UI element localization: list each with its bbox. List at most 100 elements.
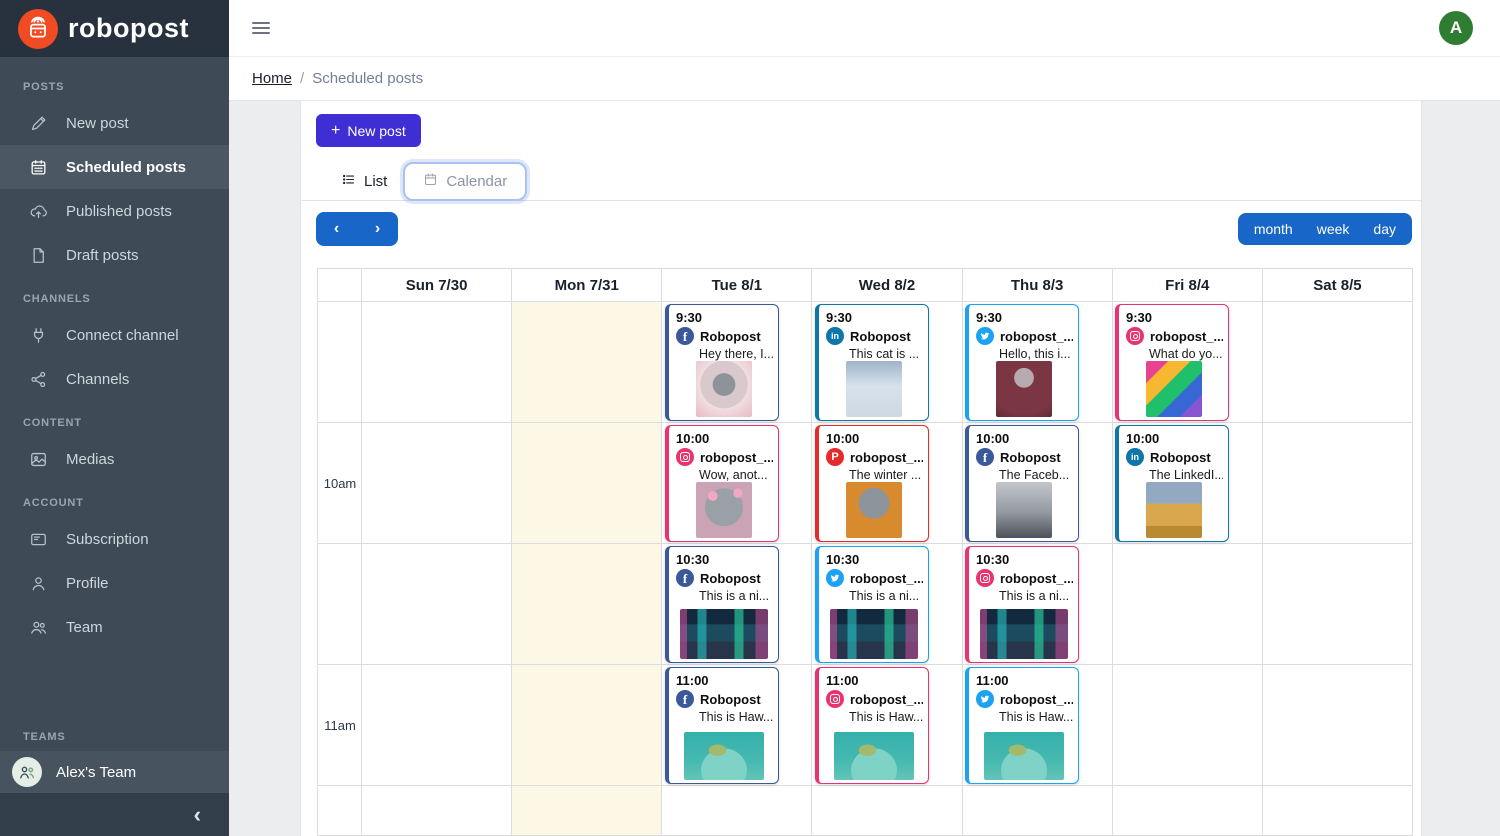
users-icon bbox=[28, 617, 48, 637]
scheduled-post-card[interactable]: 9:30 robopost_... What do yo... bbox=[1115, 304, 1229, 421]
post-caption: Hey there, I... bbox=[699, 347, 773, 361]
post-time: 9:30 bbox=[976, 310, 1003, 325]
day-header: Fri 8/4 bbox=[1113, 269, 1263, 301]
day-header: Wed 8/2 bbox=[812, 269, 963, 301]
post-account-name: robopost_... bbox=[850, 570, 923, 586]
post-time: 10:00 bbox=[826, 431, 860, 446]
tab-list[interactable]: List bbox=[331, 163, 397, 200]
logo[interactable]: robopost bbox=[0, 0, 229, 57]
post-time: 10:00 bbox=[676, 431, 710, 446]
post-thumbnail bbox=[845, 361, 902, 417]
post-time: 9:30 bbox=[1126, 310, 1153, 325]
post-account-name: robopost_... bbox=[850, 449, 923, 465]
scheduled-post-card[interactable]: 11:00 f Robopost This is Haw... bbox=[665, 667, 779, 784]
time-axis-header bbox=[318, 269, 362, 301]
scheduled-post-card[interactable]: 10:30 robopost_... This is a ni... bbox=[965, 546, 1079, 663]
sidebar-item-team[interactable]: Team bbox=[0, 605, 229, 649]
sidebar-item-scheduled-posts[interactable]: Scheduled posts bbox=[0, 145, 229, 189]
prev-button[interactable]: ‹ bbox=[316, 212, 357, 246]
sidebar-item-medias[interactable]: Medias bbox=[0, 437, 229, 481]
scheduled-post-card[interactable]: 10:00 in Robopost The LinkedI... bbox=[1115, 425, 1229, 542]
instagram-icon bbox=[1126, 327, 1144, 345]
scheduled-post-card[interactable]: 9:30 in Robopost This cat is ... bbox=[815, 304, 929, 421]
post-account-name: Robopost bbox=[1000, 449, 1061, 465]
post-caption: This is Haw... bbox=[999, 710, 1073, 724]
user-avatar[interactable]: A bbox=[1439, 11, 1473, 45]
scheduled-post-card[interactable]: 10:30 robopost_... This is a ni... bbox=[815, 546, 929, 663]
post-account-name: robopost_... bbox=[1000, 570, 1073, 586]
scheduled-post-card[interactable]: 10:00 P robopost_... The winter ... bbox=[815, 425, 929, 542]
pinterest-icon: P bbox=[826, 448, 844, 466]
day-column[interactable] bbox=[362, 302, 513, 835]
sidebar-item-alexs-team[interactable]: Alex's Team bbox=[0, 751, 229, 793]
calendar-header-row: Sun 7/30 Mon 7/31 Tue 8/1 Wed 8/2 Thu 8/3 Fri… bbox=[318, 269, 1412, 302]
new-post-button[interactable]: + New post bbox=[316, 114, 421, 147]
post-thumbnail bbox=[695, 361, 752, 417]
post-thumbnail bbox=[1145, 361, 1202, 417]
sidebar-item-published-posts[interactable]: Published posts bbox=[0, 189, 229, 233]
app-root: robopost POSTS New post Scheduled posts … bbox=[0, 0, 1500, 836]
scheduled-post-card[interactable]: 10:30 f Robopost This is a ni... bbox=[665, 546, 779, 663]
calendar-nav: ‹ › bbox=[316, 212, 398, 246]
month-view-button[interactable]: month bbox=[1242, 221, 1305, 237]
post-caption: This is a ni... bbox=[999, 589, 1070, 603]
post-caption: Wow, anot... bbox=[699, 468, 768, 482]
sidebar-nav: POSTS New post Scheduled posts Published… bbox=[0, 57, 229, 715]
post-thumbnail bbox=[679, 609, 768, 659]
hamburger-menu-icon[interactable] bbox=[252, 19, 270, 37]
sidebar-section-label: ACCOUNT bbox=[23, 497, 84, 509]
post-caption: This is a ni... bbox=[699, 589, 770, 603]
scheduled-post-card[interactable]: 10:00 f Robopost The Faceb... bbox=[965, 425, 1079, 542]
sidebar-item-connect-channel[interactable]: Connect channel bbox=[0, 313, 229, 357]
day-column[interactable] bbox=[1263, 302, 1412, 835]
scheduled-post-card[interactable]: 10:00 robopost_... Wow, anot... bbox=[665, 425, 779, 542]
sidebar-item-profile[interactable]: Profile bbox=[0, 561, 229, 605]
day-column-today[interactable] bbox=[512, 302, 663, 835]
instagram-icon bbox=[976, 569, 994, 587]
day-header: Sun 7/30 bbox=[362, 269, 513, 301]
breadcrumb-current: Scheduled posts bbox=[312, 70, 424, 87]
post-time: 11:00 bbox=[826, 673, 859, 688]
breadcrumb-home-link[interactable]: Home bbox=[252, 70, 292, 87]
day-view-button[interactable]: day bbox=[1361, 221, 1408, 237]
share-icon bbox=[28, 369, 48, 389]
sidebar-collapse-button[interactable]: ‹ bbox=[0, 793, 229, 836]
next-button[interactable]: › bbox=[357, 212, 398, 246]
post-caption: The Faceb... bbox=[999, 468, 1070, 482]
post-time: 10:30 bbox=[826, 552, 860, 567]
post-account-name: robopost_... bbox=[1150, 328, 1223, 344]
sidebar-item-new-post[interactable]: New post bbox=[0, 101, 229, 145]
post-caption: What do yo... bbox=[1149, 347, 1223, 361]
post-thumbnail bbox=[1145, 482, 1202, 538]
post-account-name: Robopost bbox=[700, 691, 761, 707]
facebook-icon: f bbox=[976, 448, 994, 466]
scheduled-post-card[interactable]: 11:00 robopost_... This is Haw... bbox=[965, 667, 1079, 784]
time-axis-label: 11am bbox=[324, 717, 356, 733]
post-caption: Hello, this i... bbox=[999, 347, 1071, 361]
calendar-icon bbox=[28, 157, 48, 177]
scheduled-posts-panel: + New post List Calendar ‹ › month week da… bbox=[300, 101, 1422, 836]
sidebar-item-channels[interactable]: Channels bbox=[0, 357, 229, 401]
twitter-icon bbox=[976, 690, 994, 708]
post-thumbnail bbox=[979, 609, 1068, 659]
team-name: Alex's Team bbox=[56, 763, 137, 781]
sidebar-item-draft-posts[interactable]: Draft posts bbox=[0, 233, 229, 277]
scheduled-post-card[interactable]: 9:30 f Robopost Hey there, I... bbox=[665, 304, 779, 421]
week-view-button[interactable]: week bbox=[1305, 221, 1362, 237]
scheduled-post-card[interactable]: 11:00 robopost_... This is Haw... bbox=[815, 667, 929, 784]
sidebar-section-teams: TEAMS bbox=[23, 731, 66, 743]
post-account-name: robopost_... bbox=[1000, 691, 1073, 707]
post-account-name: Robopost bbox=[1150, 449, 1211, 465]
post-time: 10:30 bbox=[976, 552, 1010, 567]
chevron-left-icon: ‹ bbox=[193, 801, 201, 827]
scheduled-post-card[interactable]: 9:30 robopost_... Hello, this i... bbox=[965, 304, 1079, 421]
post-caption: This is a ni... bbox=[849, 589, 920, 603]
user-icon bbox=[28, 573, 48, 593]
sidebar-item-subscription[interactable]: Subscription bbox=[0, 517, 229, 561]
tab-calendar[interactable]: Calendar bbox=[403, 162, 528, 201]
post-caption: This is Haw... bbox=[849, 710, 923, 724]
post-account-name: Robopost bbox=[700, 328, 761, 344]
post-time: 10:30 bbox=[676, 552, 710, 567]
breadcrumb: Home / Scheduled posts bbox=[229, 57, 1500, 101]
post-caption: The LinkedI... bbox=[1149, 468, 1223, 482]
